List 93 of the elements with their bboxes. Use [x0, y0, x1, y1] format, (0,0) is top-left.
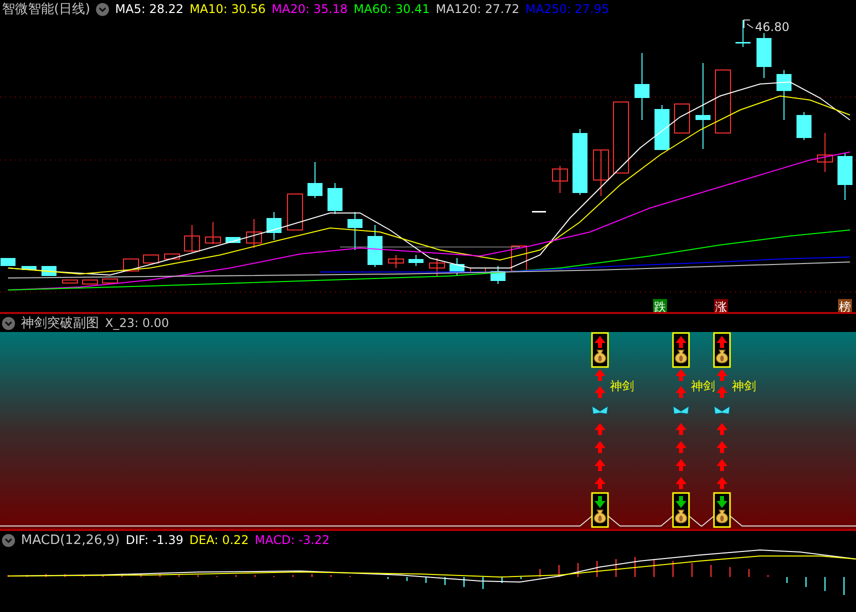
money-bag-icon: [594, 350, 606, 364]
candlestick: [470, 268, 486, 272]
candlestick: [348, 212, 362, 250]
candlestick: [715, 70, 731, 134]
up-arrow-icon: [594, 459, 606, 471]
chart-title: 神剑突破副图: [21, 316, 99, 330]
money-bag-icon: [594, 510, 606, 524]
candlestick: [62, 280, 78, 284]
up-arrow-icon: [594, 336, 606, 348]
candlestick: [532, 211, 546, 212]
indicator-value: MA5: 28.22: [115, 3, 184, 15]
candlestick: [308, 162, 322, 198]
candlestick: [776, 70, 792, 120]
down-arrow-icon: [716, 496, 728, 508]
signal-label: 神剑: [732, 379, 756, 393]
up-arrow-icon: [716, 423, 728, 435]
candlestick: [511, 246, 527, 272]
candlestick: [388, 254, 404, 268]
dropdown-icon[interactable]: [2, 534, 15, 546]
leader-line: [744, 20, 754, 28]
up-arrow-icon: [594, 386, 606, 398]
candlestick: [266, 212, 282, 240]
candlestick: [123, 258, 139, 272]
candlestick: [736, 20, 750, 48]
candlestick: [490, 266, 506, 284]
indicator-value: MA60: 30.41: [354, 3, 430, 15]
indicator-value: MA20: 35.18: [272, 3, 348, 15]
candlestick: [22, 266, 36, 270]
up-arrow-icon: [676, 477, 686, 489]
butterfly-icon: [714, 405, 730, 414]
up-arrow-icon: [716, 441, 728, 453]
signal-label: 神剑: [691, 379, 715, 393]
indicator-value: MA250: 27.95: [525, 3, 610, 15]
candlestick: [838, 152, 852, 200]
candlestick: [674, 104, 690, 134]
candlestick: [450, 258, 464, 276]
candlestick: [572, 128, 588, 196]
candlestick: [0, 258, 16, 266]
candlestick: [143, 254, 159, 264]
candlestick: [102, 278, 118, 284]
signal-label: 神剑: [610, 379, 634, 393]
up-arrow-icon: [594, 477, 606, 489]
candlestick: [654, 104, 670, 150]
candlestick: [184, 224, 200, 252]
indicator-value: DIF: -1.39: [126, 534, 184, 546]
money-bag-icon: [716, 510, 728, 524]
candlestick: [287, 194, 303, 230]
money-bag-icon: [716, 350, 728, 364]
up-arrow-icon: [716, 477, 728, 489]
up-arrow-icon: [594, 423, 606, 435]
candlestick: [328, 182, 342, 214]
candlestick: [634, 52, 650, 120]
candlestick: [408, 254, 424, 266]
candlestick: [552, 166, 568, 194]
up-arrow-icon: [716, 369, 728, 381]
candlestick: [796, 112, 812, 140]
indicator-value: MA120: 27.72: [436, 3, 520, 15]
up-arrow-icon: [716, 336, 728, 348]
price-label: 46.80: [755, 20, 790, 34]
up-arrow-icon: [594, 369, 606, 381]
chart-title: 智微智能(日线): [2, 2, 90, 16]
up-arrow-icon: [676, 441, 686, 453]
candlestick: [205, 222, 221, 244]
down-arrow-icon: [594, 496, 606, 508]
indicator-value: MACD: -3.22: [254, 534, 330, 546]
candlestick: [368, 224, 382, 268]
up-arrow-icon: [676, 386, 686, 398]
up-arrow-icon: [716, 386, 728, 398]
candlestick: [429, 258, 445, 276]
butterfly-icon: [672, 405, 690, 414]
indicator-value: DEA: 0.22: [189, 534, 249, 546]
butterfly-icon: [592, 405, 608, 414]
candlestick: [756, 32, 772, 78]
candlestick: [613, 102, 629, 174]
candlestick: [817, 132, 833, 172]
money-bag-icon: [674, 350, 688, 364]
candlestick: [82, 280, 98, 284]
up-arrow-icon: [676, 423, 686, 435]
chart-title: MACD(12,26,9): [21, 534, 120, 546]
candlestick: [164, 254, 180, 260]
indicator-value: MA10: 30.56: [190, 3, 266, 15]
candlestick: [246, 218, 262, 248]
money-bag-icon: [674, 510, 688, 524]
candlestick: [593, 150, 609, 196]
up-arrow-icon: [716, 459, 728, 471]
up-arrow-icon: [676, 459, 686, 471]
up-arrow-icon: [676, 336, 686, 348]
up-arrow-icon: [594, 441, 606, 453]
dropdown-icon[interactable]: [96, 2, 110, 16]
down-arrow-icon: [676, 496, 686, 508]
indicator-value: X_23: 0.00: [105, 317, 170, 329]
up-arrow-icon: [676, 369, 686, 381]
dropdown-icon[interactable]: [2, 316, 15, 330]
